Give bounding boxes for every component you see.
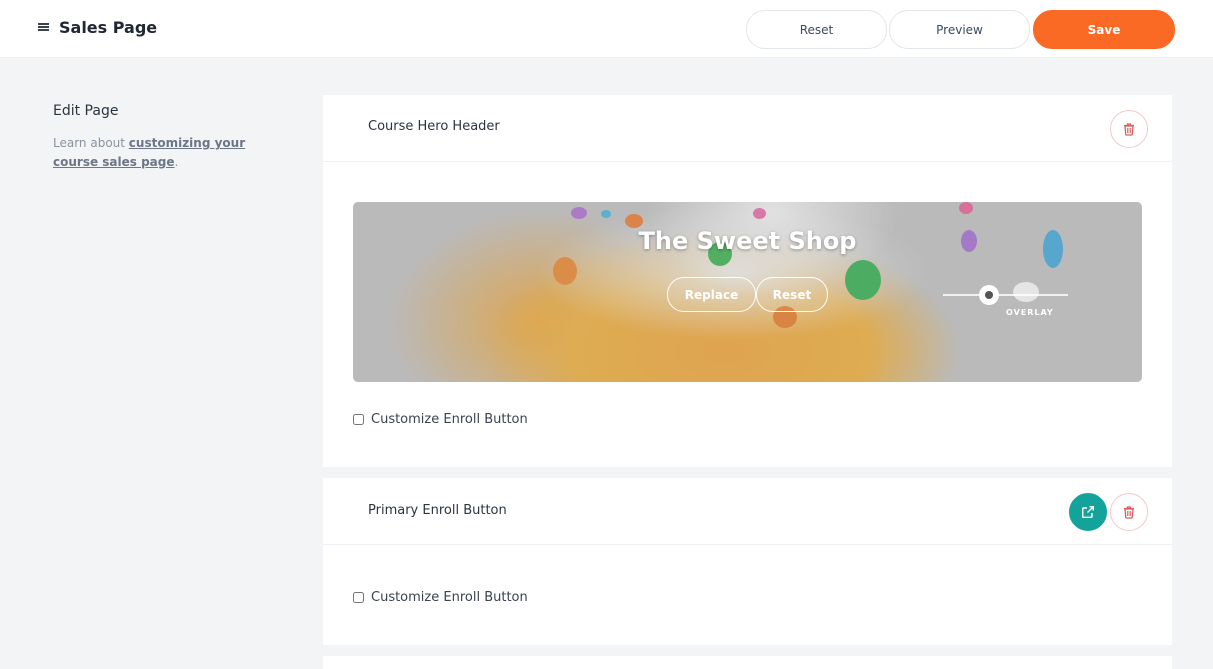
delete-section-button[interactable] bbox=[1110, 493, 1148, 531]
sidebar-title: Edit Page bbox=[53, 103, 119, 119]
hero-image: The Sweet Shop Replace Reset OVERLAY bbox=[353, 202, 1142, 382]
delete-section-button[interactable] bbox=[1110, 110, 1148, 148]
checkbox-label: Customize Enroll Button bbox=[371, 412, 528, 427]
preview-button[interactable]: Preview bbox=[889, 10, 1030, 49]
customize-enroll-checkbox-row[interactable]: Customize Enroll Button bbox=[353, 590, 528, 605]
reset-image-button[interactable]: Reset bbox=[756, 277, 828, 312]
reset-button[interactable]: Reset bbox=[746, 10, 887, 49]
checkbox-label: Customize Enroll Button bbox=[371, 590, 528, 605]
menu-icon[interactable] bbox=[38, 23, 49, 33]
customize-enroll-checkbox[interactable] bbox=[353, 414, 364, 425]
hero-title: The Sweet Shop bbox=[638, 227, 857, 255]
help-prefix: Learn about bbox=[53, 136, 129, 150]
section-primary-enroll-button: Primary Enroll Button Customize Enroll B… bbox=[323, 478, 1172, 645]
trash-icon bbox=[1124, 123, 1134, 136]
section-title: Course Hero Header bbox=[368, 119, 500, 134]
open-enroll-link-button[interactable] bbox=[1069, 493, 1107, 531]
overlay-slider-track[interactable] bbox=[943, 294, 1068, 296]
trash-icon bbox=[1124, 506, 1134, 519]
top-bar: Sales Page Reset Preview Save bbox=[0, 0, 1213, 58]
replace-image-button[interactable]: Replace bbox=[667, 277, 756, 312]
section-header: Course Hero Header bbox=[323, 95, 1172, 162]
page-title: Sales Page bbox=[59, 18, 158, 37]
section-next bbox=[323, 656, 1172, 669]
overlay-label: OVERLAY bbox=[1006, 308, 1054, 317]
customize-enroll-checkbox-row[interactable]: Customize Enroll Button bbox=[353, 412, 528, 427]
save-button[interactable]: Save bbox=[1033, 10, 1175, 49]
section-title: Primary Enroll Button bbox=[368, 503, 507, 518]
sidebar-help-text: Learn about customizing your course sale… bbox=[53, 134, 293, 172]
external-link-icon bbox=[1082, 506, 1094, 518]
help-suffix: . bbox=[174, 155, 179, 169]
customize-enroll-checkbox[interactable] bbox=[353, 592, 364, 603]
section-header: Primary Enroll Button bbox=[323, 478, 1172, 545]
section-course-hero-header: Course Hero Header The Sweet Shop Replac… bbox=[323, 95, 1172, 467]
